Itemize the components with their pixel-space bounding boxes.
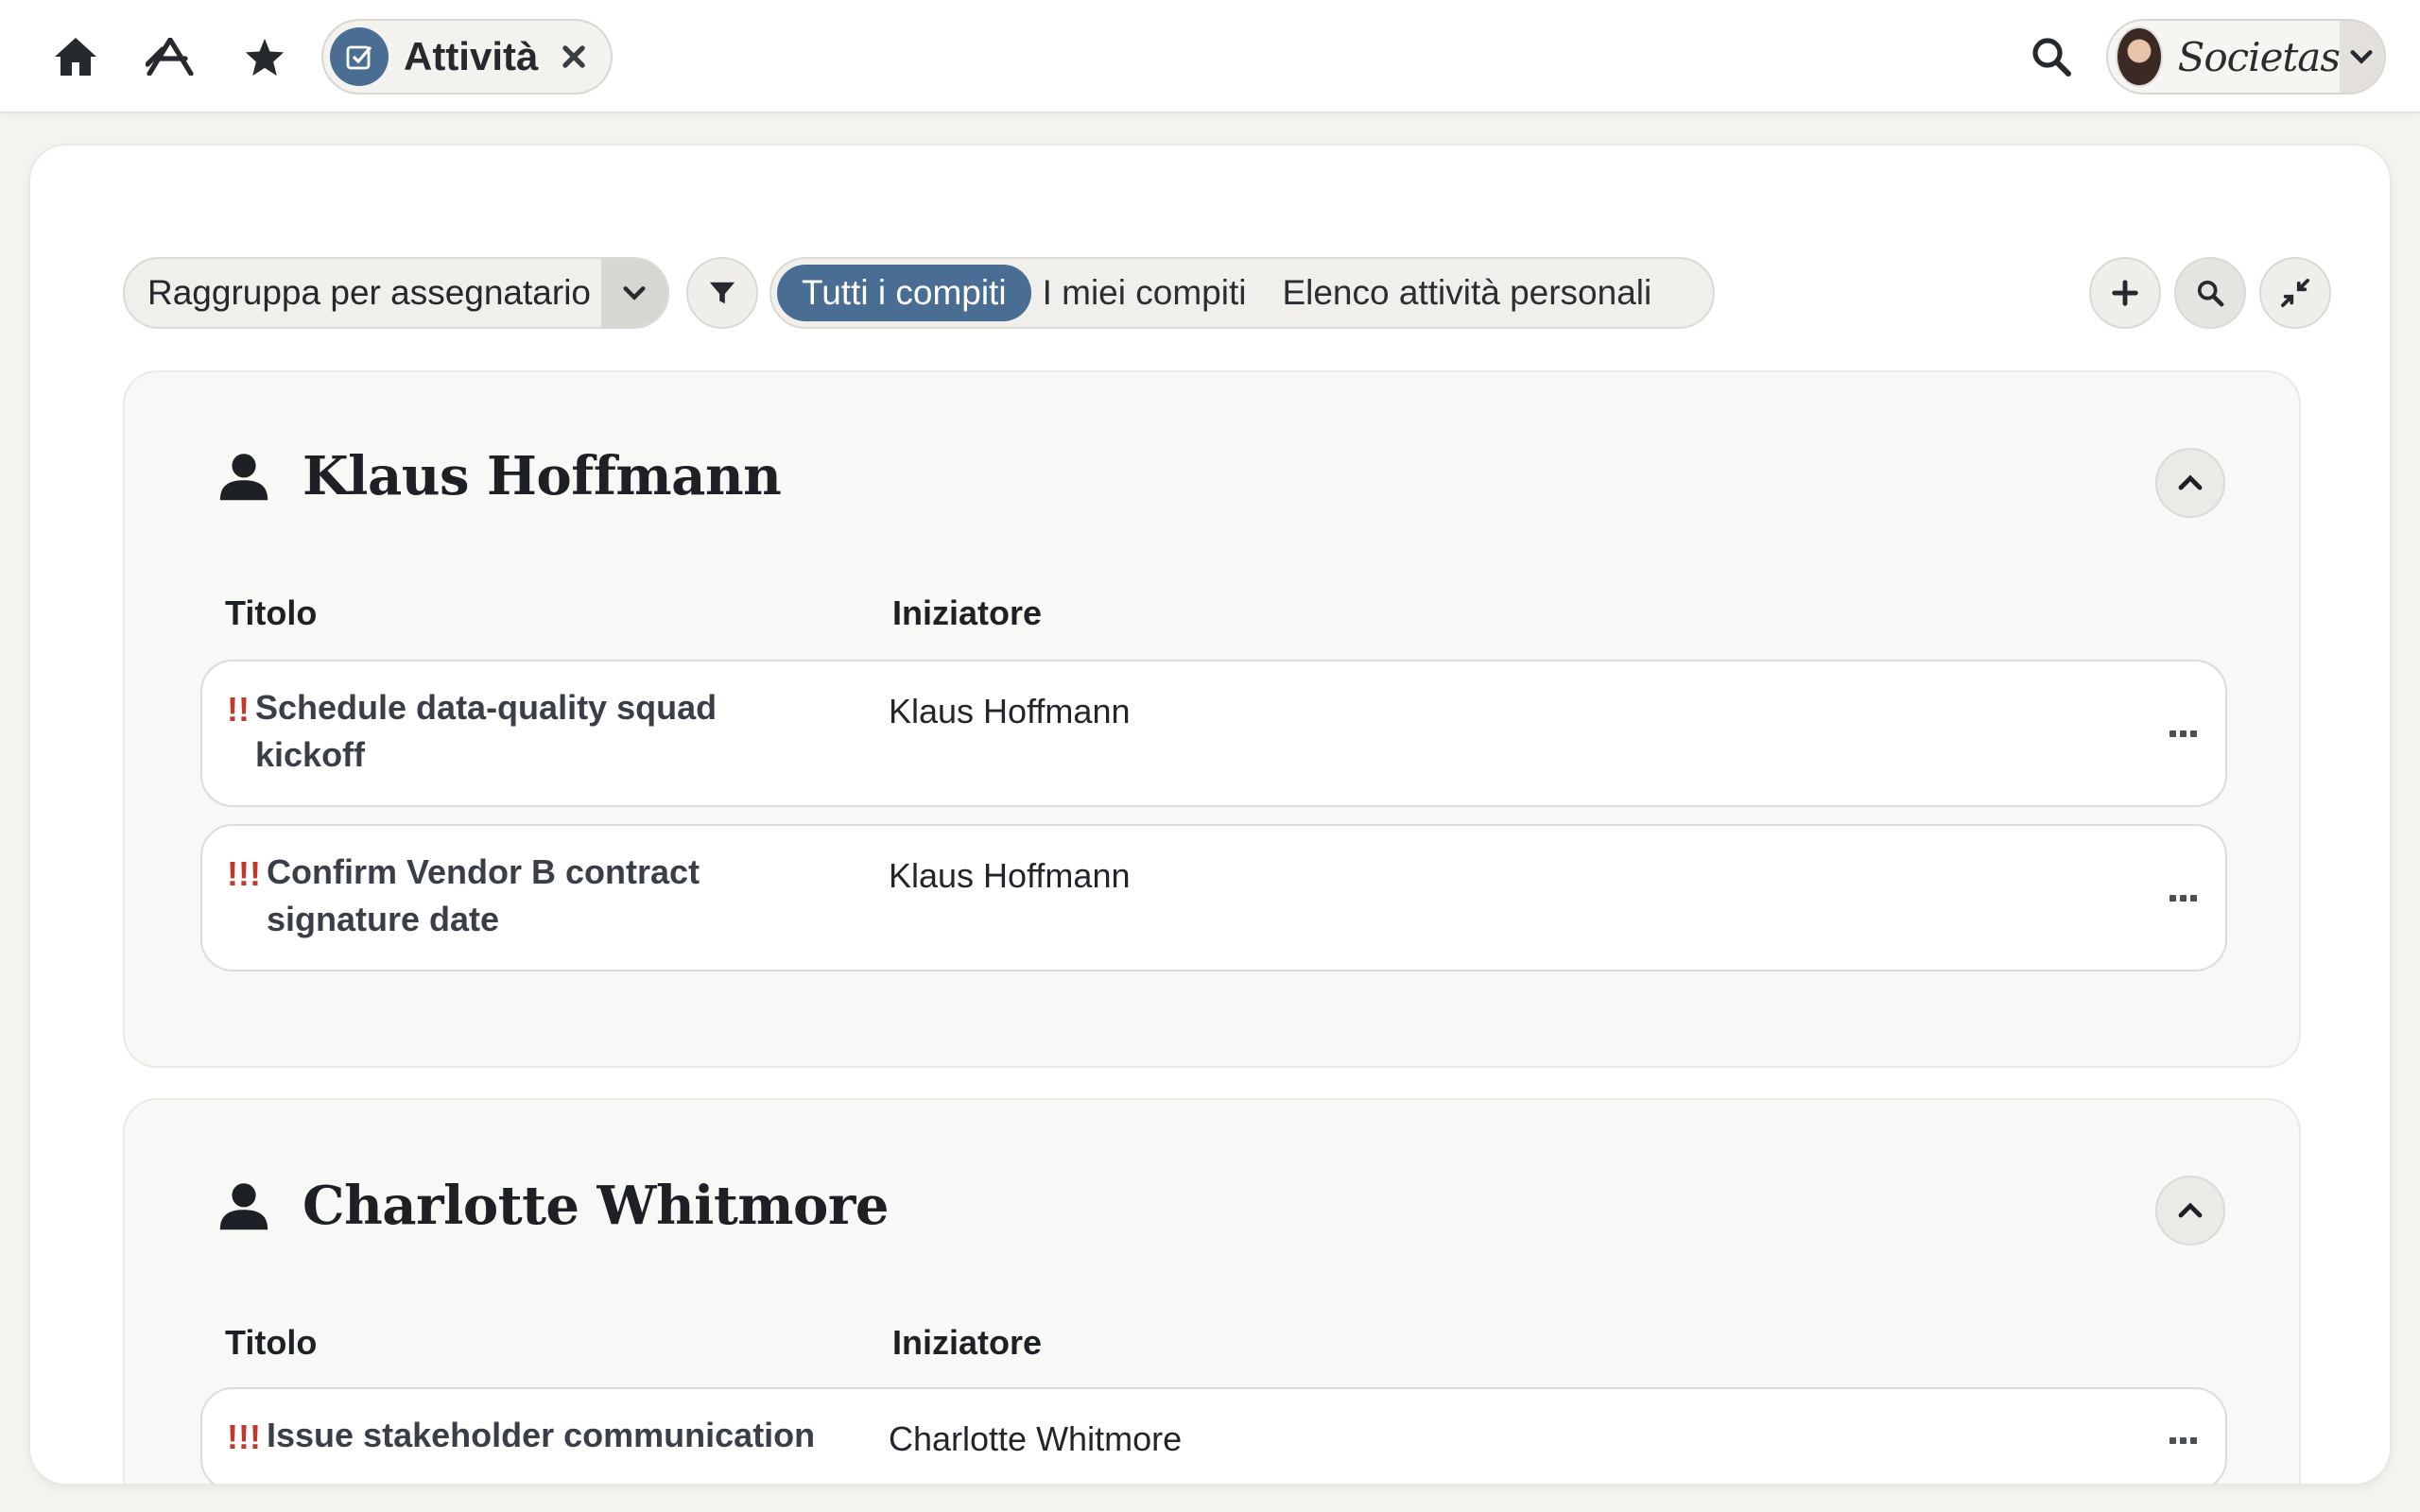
task-check-icon — [330, 27, 389, 86]
search-button[interactable] — [2174, 257, 2246, 329]
collapse-group-button[interactable] — [2155, 448, 2225, 518]
column-header-title: Titolo — [225, 593, 318, 632]
apps-icon[interactable] — [138, 25, 202, 89]
home-icon[interactable] — [43, 25, 108, 89]
tab-label: Attività — [404, 34, 539, 78]
column-header-title: Titolo — [225, 1323, 318, 1362]
chevron-down-icon[interactable] — [2339, 21, 2384, 93]
star-icon[interactable] — [233, 25, 297, 89]
chevron-down-icon[interactable] — [601, 259, 667, 327]
tab-i-miei-compiti[interactable]: I miei compiti — [1031, 265, 1258, 321]
brand-logo: Societas — [2177, 33, 2341, 80]
chevron-up-icon — [2178, 474, 2203, 490]
group-name: Klaus Hoffmann — [302, 445, 782, 507]
task-row[interactable]: !!! Confirm Vendor B contract signature … — [200, 824, 2227, 971]
collapse-icon — [2281, 279, 2309, 307]
priority-indicator: !! — [227, 690, 250, 729]
filter-button[interactable] — [686, 257, 758, 329]
task-title-line: Schedule data-quality squad — [255, 688, 717, 727]
more-icon[interactable] — [2159, 714, 2206, 752]
group-by-label: Raggruppa per assegnatario — [147, 273, 591, 312]
tab-elenco-attivita-personali[interactable]: Elenco attività personali — [1270, 265, 1663, 321]
column-header-initiator: Iniziatore — [892, 1323, 1043, 1362]
toolbar: Raggruppa per assegnatario Tutti i compi… — [123, 257, 2335, 329]
task-title-line: Issue stakeholder communication — [267, 1416, 816, 1454]
filter-icon — [709, 282, 735, 304]
assignee-group: Klaus Hoffmann Titolo Iniziatore !! Sche… — [123, 370, 2301, 1068]
task-initiator: Klaus Hoffmann — [889, 692, 1131, 730]
view-switcher: Tutti i compiti I miei compiti Elenco at… — [769, 257, 1715, 329]
add-button[interactable] — [2089, 257, 2161, 329]
person-icon — [219, 454, 268, 501]
task-title[interactable]: Issue stakeholder communication — [267, 1412, 815, 1459]
task-title-line: Confirm Vendor B contract — [267, 852, 700, 891]
main-card: Raggruppa per assegnatario Tutti i compi… — [28, 144, 2392, 1486]
task-row[interactable]: !!! Issue stakeholder communication Char… — [200, 1387, 2227, 1484]
group-name: Charlotte Whitmore — [302, 1175, 890, 1237]
group-by-select[interactable]: Raggruppa per assegnatario — [123, 257, 669, 329]
task-row[interactable]: !! Schedule data-quality squad kickoff K… — [200, 660, 2227, 807]
close-icon[interactable] — [558, 41, 590, 73]
group-header: Klaus Hoffmann — [217, 438, 782, 514]
search-icon — [2197, 280, 2224, 307]
group-header: Charlotte Whitmore — [217, 1168, 890, 1244]
task-title[interactable]: Confirm Vendor B contract signature date — [267, 849, 700, 943]
column-header-initiator: Iniziatore — [892, 593, 1043, 632]
tab-tutti-i-compiti[interactable]: Tutti i compiti — [777, 265, 1031, 321]
search-icon[interactable] — [2019, 25, 2083, 89]
more-icon[interactable] — [2159, 1421, 2206, 1459]
assignee-group: Charlotte Whitmore Titolo Iniziatore !!!… — [123, 1098, 2301, 1484]
user-menu[interactable]: Societas — [2106, 19, 2386, 94]
more-icon[interactable] — [2159, 879, 2206, 917]
collapse-group-button[interactable] — [2155, 1176, 2225, 1246]
task-initiator: Klaus Hoffmann — [889, 856, 1131, 895]
task-title-line: kickoff — [255, 735, 366, 774]
task-initiator: Charlotte Whitmore — [889, 1419, 1183, 1458]
avatar — [2116, 26, 2163, 87]
task-title-line: signature date — [267, 900, 500, 938]
top-bar: Attività Societas — [0, 0, 2420, 113]
plus-icon — [2112, 280, 2138, 306]
person-icon — [219, 1183, 268, 1230]
collapse-all-button[interactable] — [2259, 257, 2331, 329]
task-title[interactable]: Schedule data-quality squad kickoff — [255, 684, 717, 779]
chevron-up-icon — [2178, 1202, 2203, 1218]
priority-indicator: !!! — [227, 854, 261, 893]
tab-attivita[interactable]: Attività — [321, 19, 613, 94]
priority-indicator: !!! — [227, 1418, 261, 1456]
